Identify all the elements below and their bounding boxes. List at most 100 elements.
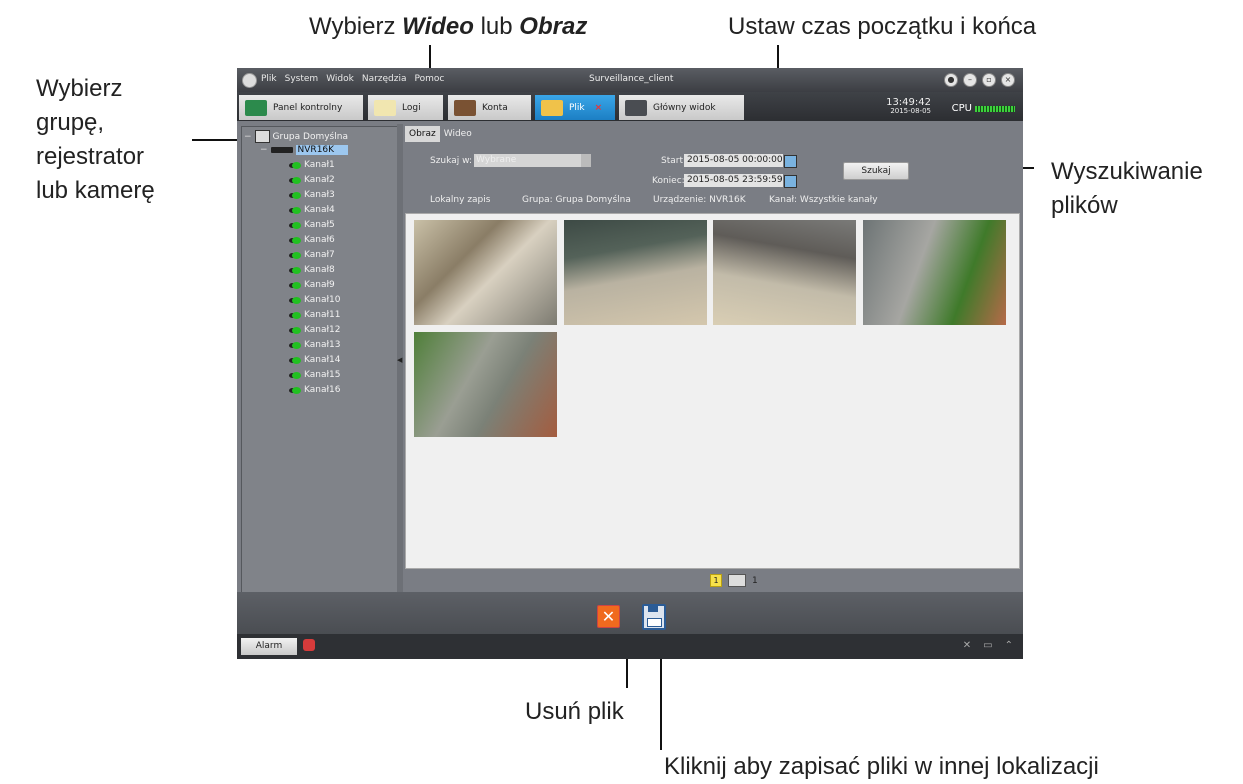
collapse-handle[interactable]: ◀ bbox=[397, 124, 403, 592]
tab-main-view[interactable]: Główny widok bbox=[619, 95, 744, 120]
tab-file[interactable]: Plik × bbox=[535, 95, 615, 120]
annotation-text: Wybierz bbox=[309, 13, 403, 40]
title-bar: Plik System Widok Narzędzia Pomoc Survei… bbox=[237, 68, 1023, 92]
menu-view[interactable]: Widok bbox=[326, 74, 354, 84]
expand-up-icon[interactable]: ⌃ bbox=[1005, 640, 1013, 651]
minimize-icon[interactable]: – bbox=[963, 73, 977, 87]
channel-label: Kanał3 bbox=[304, 190, 335, 200]
camera-icon bbox=[292, 206, 301, 214]
channel-label: Kanał4 bbox=[304, 205, 335, 215]
search-button[interactable]: Szukaj bbox=[843, 162, 909, 180]
image-thumbnail[interactable] bbox=[414, 220, 557, 325]
channel-label: Kanał7 bbox=[304, 250, 335, 260]
clock-date: 2015-08-05 bbox=[890, 107, 931, 115]
tab-control-panel[interactable]: Panel kontrolny bbox=[239, 95, 363, 120]
tab-image[interactable]: Obraz bbox=[405, 126, 440, 142]
alarm-icon[interactable] bbox=[303, 639, 315, 651]
tree-channel[interactable]: Kanał16 bbox=[292, 385, 341, 395]
recorder-label: NVR16K bbox=[295, 145, 349, 155]
close-icon[interactable]: × bbox=[1001, 73, 1015, 87]
channel-label: Kanał5 bbox=[304, 220, 335, 230]
search-in-select[interactable]: Wybrane bbox=[474, 154, 591, 167]
channel-label: Kanał6 bbox=[304, 235, 335, 245]
camera-icon bbox=[292, 221, 301, 229]
menu-system[interactable]: System bbox=[285, 74, 319, 84]
recorder-icon bbox=[270, 147, 293, 153]
search-in-value: Wybrane bbox=[476, 155, 517, 165]
annotation-save-file: Kliknij aby zapisać pliki w innej lokali… bbox=[664, 753, 1099, 780]
page-list-icon[interactable] bbox=[728, 574, 746, 587]
media-type-tabs: Obraz Wideo bbox=[405, 126, 476, 142]
save-file-button[interactable] bbox=[642, 604, 666, 630]
page-total: 1 bbox=[752, 575, 758, 586]
menu-help[interactable]: Pomoc bbox=[415, 74, 445, 84]
tab-logs[interactable]: Logi bbox=[368, 95, 443, 120]
annotation-set-time: Ustaw czas początku i końca bbox=[728, 13, 1037, 40]
annotation-line: lub kamerę bbox=[36, 177, 155, 204]
annotation-choose-type: Wybierz Wideo lub Obraz bbox=[309, 10, 587, 44]
calendar-icon[interactable] bbox=[784, 155, 797, 168]
image-thumbnail[interactable] bbox=[713, 220, 856, 325]
alarm-tab[interactable]: Alarm bbox=[241, 638, 297, 655]
tree-channel[interactable]: Kanał6 bbox=[292, 235, 335, 245]
tree-channel[interactable]: Kanał3 bbox=[292, 190, 335, 200]
tree-recorder[interactable]: − NVR16K bbox=[260, 145, 349, 155]
notepad-icon bbox=[374, 99, 396, 116]
start-datetime-input[interactable]: 2015-08-05 00:00:00 bbox=[684, 154, 783, 167]
tree-channel[interactable]: Kanał2 bbox=[292, 175, 335, 185]
tab-video[interactable]: Wideo bbox=[440, 126, 476, 142]
calendar-icon[interactable] bbox=[784, 175, 797, 188]
menu-tools[interactable]: Narzędzia bbox=[362, 74, 407, 84]
tree-channel[interactable]: Kanał8 bbox=[292, 265, 335, 275]
tab-accounts[interactable]: Konta bbox=[448, 95, 531, 120]
action-bar bbox=[237, 592, 1023, 634]
lock-icon[interactable]: ● bbox=[944, 73, 958, 87]
channel-label: Kanał12 bbox=[304, 325, 341, 335]
tree-channel[interactable]: Kanał11 bbox=[292, 310, 341, 320]
image-thumbnail[interactable] bbox=[564, 220, 707, 325]
end-datetime-input[interactable]: 2015-08-05 23:59:59 bbox=[684, 174, 783, 187]
image-thumbnail[interactable] bbox=[863, 220, 1006, 325]
annotation-text: lub bbox=[473, 13, 520, 40]
pin-icon[interactable]: ✕ bbox=[963, 640, 971, 651]
channel-label: Kanał1 bbox=[304, 160, 335, 170]
tree-channel[interactable]: Kanał10 bbox=[292, 295, 341, 305]
channel-label: Kanał14 bbox=[304, 355, 341, 365]
camera-icon bbox=[292, 356, 301, 364]
menu-file[interactable]: Plik bbox=[261, 74, 277, 84]
tree-channel[interactable]: Kanał4 bbox=[292, 205, 335, 215]
channel-label: Kanał15 bbox=[304, 370, 341, 380]
camera-icon bbox=[292, 326, 301, 334]
window-title: Surveillance_client bbox=[589, 74, 674, 84]
tab-label: Plik bbox=[569, 102, 585, 113]
tree-channel[interactable]: Kanał14 bbox=[292, 355, 341, 365]
annotation-bold-image: Obraz bbox=[519, 13, 588, 40]
tree-channel[interactable]: Kanał12 bbox=[292, 325, 341, 335]
channel-label: Kanał2 bbox=[304, 175, 335, 185]
camera-icon bbox=[292, 281, 301, 289]
channel-info: Kanał: Wszystkie kanały bbox=[769, 195, 878, 205]
device-info: Urządzenie: NVR16K bbox=[653, 195, 746, 205]
tree-channel[interactable]: Kanał1 bbox=[292, 160, 335, 170]
tree-channel[interactable]: Kanał9 bbox=[292, 280, 335, 290]
image-thumbnail[interactable] bbox=[414, 332, 557, 437]
channel-label: Kanał8 bbox=[304, 265, 335, 275]
camera-icon bbox=[292, 386, 301, 394]
tree-channel[interactable]: Kanał15 bbox=[292, 370, 341, 380]
pagination: 1 1 bbox=[710, 574, 758, 587]
close-tab-icon[interactable]: × bbox=[595, 103, 603, 113]
annotation-line: Wyszukiwanie bbox=[1051, 158, 1203, 185]
tree-channel[interactable]: Kanał7 bbox=[292, 250, 335, 260]
window-icon[interactable]: ▭ bbox=[983, 640, 992, 651]
camera-icon bbox=[292, 341, 301, 349]
cpu-meter: CPU bbox=[952, 103, 1015, 114]
leader-line bbox=[192, 139, 240, 141]
tree-channel[interactable]: Kanał13 bbox=[292, 340, 341, 350]
window-controls: ● – ▫ × bbox=[944, 73, 1015, 87]
tree-group[interactable]: − Grupa Domyślna bbox=[244, 130, 348, 143]
delete-file-button[interactable]: ✕ bbox=[597, 605, 620, 628]
local-record-label: Lokalny zapis bbox=[430, 195, 491, 205]
page-current[interactable]: 1 bbox=[710, 574, 722, 587]
tree-channel[interactable]: Kanał5 bbox=[292, 220, 335, 230]
maximize-icon[interactable]: ▫ bbox=[982, 73, 996, 87]
